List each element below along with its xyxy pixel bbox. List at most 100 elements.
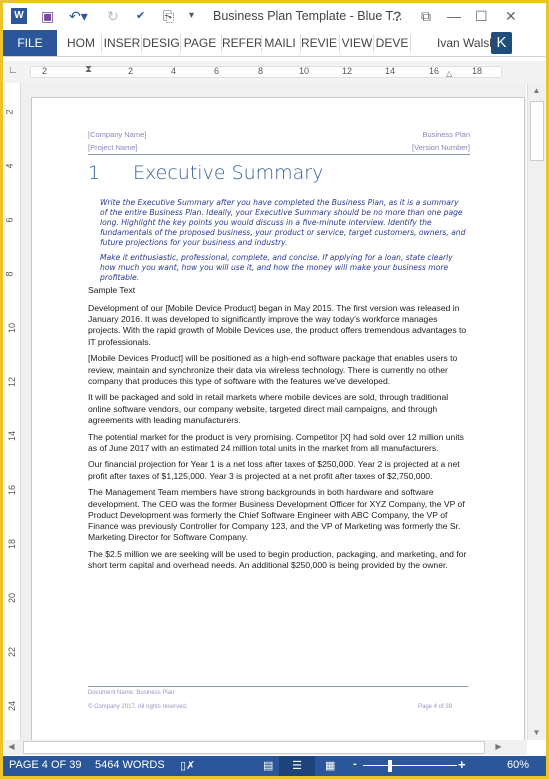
header-divider	[88, 154, 470, 155]
footer-page: Page 4 of 39	[418, 704, 453, 710]
page-count[interactable]: PAGE 4 OF 39	[9, 759, 82, 771]
ruler-label: 2	[4, 109, 15, 115]
word-window: W ▣ ↶▾ ↻ ✔ ⎘ ▾ Business Plan Template - …	[3, 3, 546, 776]
paragraph: The potential market for the product is …	[88, 431, 464, 453]
vertical-scrollbar[interactable]: ▲ ▼	[527, 83, 546, 740]
ruler-label: 20	[7, 592, 18, 604]
ruler-label: 10	[299, 66, 310, 76]
ruler-label: 8	[4, 271, 15, 277]
spelling-icon[interactable]: ✔	[136, 7, 145, 25]
ruler-row: ∟ 2 ⧗ 2 4 6 8 10 12 14 16 △ 18	[3, 61, 546, 83]
ruler-label: 14	[385, 66, 396, 76]
tab-file[interactable]: FILE	[3, 30, 57, 56]
heading-number: 1	[88, 162, 101, 184]
ruler-label: 10	[7, 322, 18, 334]
avatar[interactable]: K	[491, 32, 512, 54]
ruler-label: 4	[171, 66, 177, 76]
horizontal-ruler[interactable]: 2 ⧗ 2 4 6 8 10 12 14 16 △ 18	[30, 64, 502, 78]
horizontal-scroll-thumb[interactable]	[23, 741, 485, 754]
tab-insert[interactable]: INSER	[103, 30, 141, 56]
paragraph: Development of our [Mobile Device Produc…	[88, 303, 467, 347]
footer-divider	[88, 686, 468, 687]
document-page[interactable]: [Company Name] [Project Name] Business P…	[31, 97, 525, 752]
ruler-label: 12	[7, 376, 18, 388]
word-count[interactable]: 5464 WORDS	[95, 759, 165, 771]
zoom-slider[interactable]	[363, 765, 457, 766]
minimize-icon[interactable]: —	[447, 7, 461, 25]
ruler-label: 6	[214, 66, 220, 76]
zoom-out-button[interactable]: -	[353, 758, 357, 770]
scroll-down-icon[interactable]: ▼	[528, 728, 545, 737]
scroll-left-icon[interactable]: ◀	[3, 742, 20, 751]
tab-home[interactable]: HOM	[62, 30, 100, 56]
tab-developer[interactable]: DEVE	[374, 30, 410, 56]
paragraph: The Management Team members have strong …	[88, 487, 465, 543]
close-icon[interactable]: ✕	[505, 7, 517, 25]
horizontal-scrollbar[interactable]: ◀ ▶	[3, 740, 527, 755]
ruler-label: 16	[7, 484, 18, 496]
proofing-icon[interactable]: ▯✗	[180, 759, 195, 772]
footer-doc-name: Document Name: Business Plan	[88, 690, 175, 696]
ruler-label: 22	[7, 646, 18, 658]
ribbon-tabs: FILE HOM INSER DESIG PAGE REFER MAILI RE…	[3, 30, 546, 57]
ruler-label: 12	[342, 66, 353, 76]
scroll-right-icon[interactable]: ▶	[490, 742, 507, 751]
tab-selector-icon[interactable]: ∟	[8, 65, 18, 76]
scroll-thumb[interactable]	[530, 101, 544, 161]
user-name: Ivan Walsh	[437, 36, 496, 50]
ruler-label: 8	[258, 66, 264, 76]
word-icon[interactable]: W	[11, 8, 27, 24]
heading-title: Executive Summary	[133, 162, 324, 184]
sample-label: Sample Text	[88, 285, 136, 295]
customize-icon[interactable]: ▾	[189, 7, 194, 25]
header-version: [Version Number]	[412, 143, 470, 152]
window-title: Business Plan Template - Blue T...	[213, 9, 403, 23]
print-layout-icon[interactable]: ☰	[279, 756, 315, 776]
right-indent-icon[interactable]: △	[446, 69, 452, 78]
tab-review[interactable]: REVIE	[300, 30, 338, 56]
redo-icon[interactable]: ↻	[107, 7, 119, 25]
zoom-slider-thumb[interactable]	[388, 760, 392, 772]
vertical-ruler[interactable]: 2 4 6 8 10 12 14 16 18 20 22 24	[5, 83, 21, 740]
read-mode-icon[interactable]: ▤	[263, 759, 273, 772]
tab-references[interactable]: REFER	[222, 30, 263, 56]
ruler-label: 6	[4, 217, 15, 223]
ruler-label: 4	[4, 163, 15, 169]
footer-copyright: © Company 2017. All rights reserved.	[88, 704, 188, 710]
paragraph: It will be packaged and sold in retail m…	[88, 392, 449, 425]
zoom-in-button[interactable]: +	[458, 757, 466, 772]
ribbon-display-icon[interactable]: ⧉	[421, 7, 431, 25]
zoom-level[interactable]: 60%	[507, 759, 529, 771]
ruler-label: 2	[128, 66, 134, 76]
touch-mode-icon[interactable]: ⎘	[163, 7, 174, 25]
paragraph: The $2.5 million we are seeking will be …	[88, 548, 467, 571]
paragraph: Our financial projection for Year 1 is a…	[88, 459, 460, 481]
instruction-text: Write the Executive Summary after you ha…	[100, 198, 466, 247]
tab-design[interactable]: DESIG	[142, 30, 180, 56]
document-area: 2 4 6 8 10 12 14 16 18 20 22 24 [Company…	[3, 83, 526, 752]
undo-icon[interactable]: ↶▾	[69, 7, 88, 25]
section-heading: 1 Executive Summary	[88, 162, 323, 184]
ruler-label: 16	[429, 66, 440, 76]
tab-mailings[interactable]: MAILI	[261, 30, 299, 56]
web-layout-icon[interactable]: ▦	[325, 759, 335, 772]
status-bar: PAGE 4 OF 39 5464 WORDS ▯✗ ▤ ☰ ▦ - + 60%	[3, 756, 546, 776]
maximize-icon[interactable]: ☐	[475, 7, 488, 25]
help-button[interactable]: ?	[393, 7, 402, 25]
header-company: [Company Name]	[88, 130, 147, 139]
ruler-label: 18	[7, 538, 18, 550]
scroll-up-icon[interactable]: ▲	[528, 86, 545, 95]
title-bar: W ▣ ↶▾ ↻ ✔ ⎘ ▾ Business Plan Template - …	[3, 3, 546, 30]
body-text: Development of our [Mobile Device Produc…	[88, 303, 472, 577]
tab-page-layout[interactable]: PAGE	[181, 30, 219, 56]
paragraph: [Mobile Devices Product] will be positio…	[88, 353, 458, 386]
save-icon[interactable]: ▣	[41, 7, 54, 25]
indent-marker-icon[interactable]: ⧗	[85, 64, 92, 75]
ruler-label: 24	[7, 700, 18, 712]
header-doc: Business Plan	[422, 130, 470, 139]
ruler-label: 18	[472, 66, 483, 76]
instruction-text: Make it enthusiastic, professional, comp…	[100, 253, 453, 282]
ruler-label: 14	[7, 430, 18, 442]
ruler-label: 2	[42, 66, 48, 76]
tab-view[interactable]: VIEW	[340, 30, 374, 56]
